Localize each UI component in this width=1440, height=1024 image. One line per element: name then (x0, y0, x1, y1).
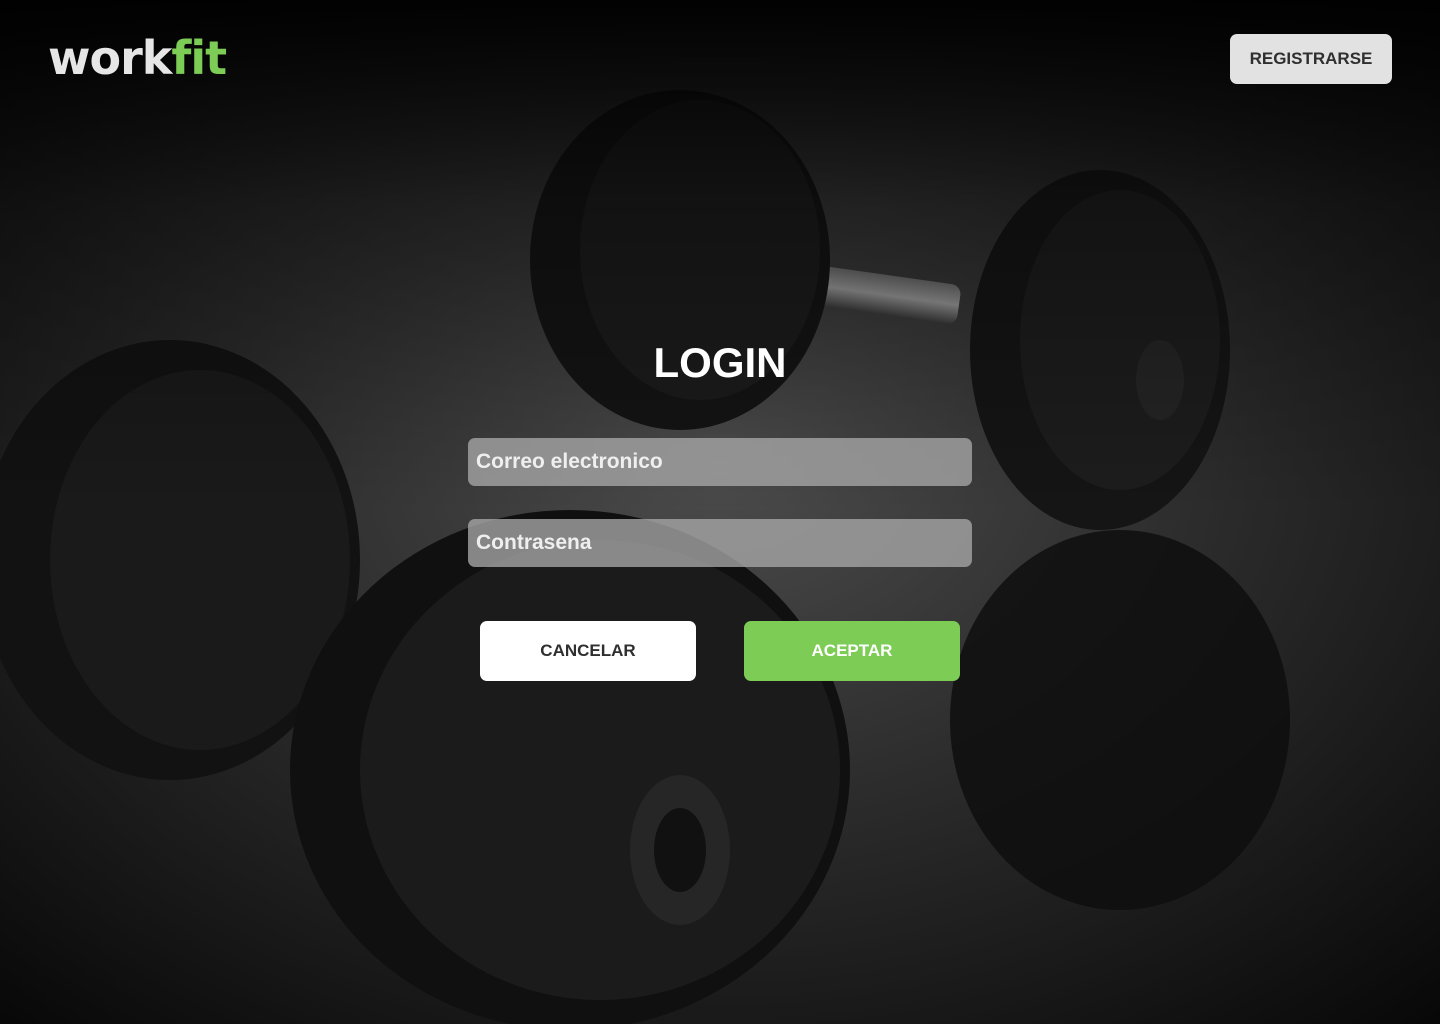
email-field[interactable] (468, 438, 972, 486)
password-field[interactable] (468, 519, 972, 567)
login-title: LOGIN (653, 339, 787, 386)
dumbbells-background-image (0, 0, 1440, 1024)
cancel-button[interactable]: CANCELAR (480, 621, 696, 681)
accept-button[interactable]: ACEPTAR (744, 621, 960, 681)
logo-text-fit: fit (171, 31, 227, 85)
register-button[interactable]: REGISTRARSE (1230, 34, 1392, 84)
logo-text-work: work (48, 31, 172, 85)
workfit-logo[interactable]: workfit (48, 30, 227, 86)
